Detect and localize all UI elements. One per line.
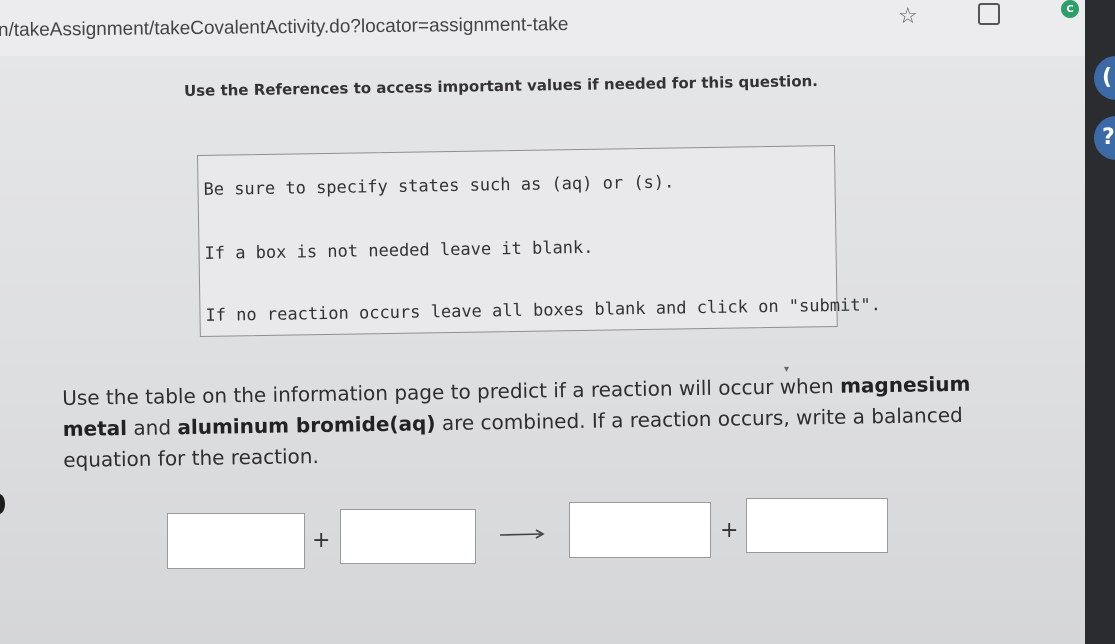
plus-sign-products: +: [720, 518, 739, 543]
product-2-input[interactable]: [746, 498, 888, 553]
reactant-1-input[interactable]: [167, 513, 305, 569]
help-symbol: ?: [1102, 125, 1115, 150]
reaction-arrow-icon: [499, 529, 545, 539]
equation-row: + +: [0, 0, 1085, 644]
product-1-input[interactable]: [569, 502, 711, 558]
reactant-2-input[interactable]: [340, 509, 476, 564]
plus-sign-reactants: +: [312, 528, 331, 553]
